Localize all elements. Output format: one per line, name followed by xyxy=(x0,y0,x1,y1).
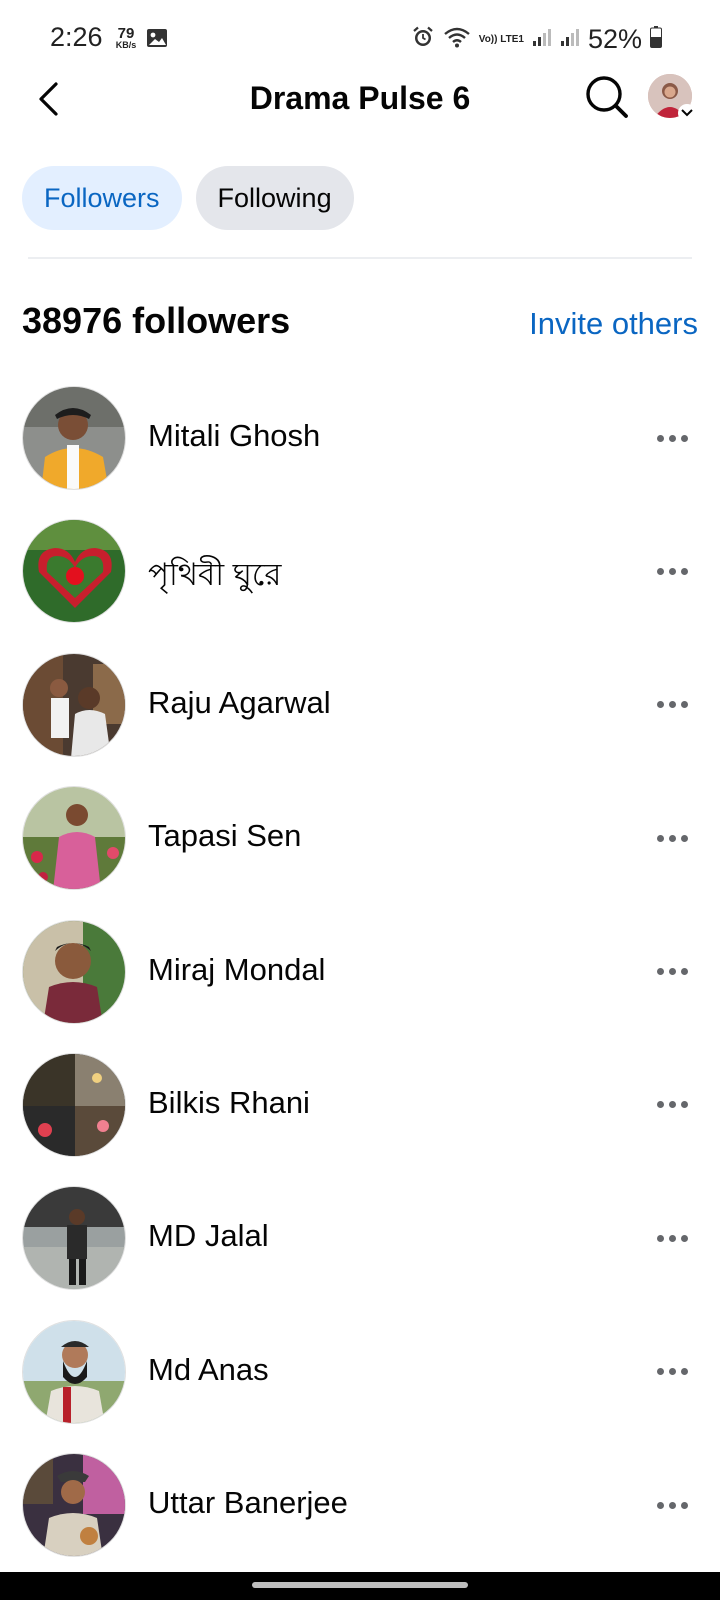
follower-name[interactable]: MD Jalal xyxy=(148,1218,269,1254)
dot xyxy=(668,1234,676,1242)
more-options-button[interactable] xyxy=(650,420,694,456)
dot xyxy=(656,1234,664,1242)
dot xyxy=(656,434,664,442)
home-indicator[interactable] xyxy=(252,1582,468,1588)
network-speed: 79 KB/s xyxy=(112,26,140,50)
dot xyxy=(656,968,664,976)
dot xyxy=(656,1501,664,1509)
follower-row[interactable]: Tapasi Sen xyxy=(0,784,720,917)
dot xyxy=(680,1368,688,1376)
wifi-icon xyxy=(443,26,471,53)
signal-icon-2 xyxy=(560,27,580,52)
dot xyxy=(668,434,676,442)
follower-row[interactable]: Raju Agarwal xyxy=(0,651,720,784)
follower-row[interactable]: Uttar Banerjee xyxy=(0,1451,720,1584)
dot xyxy=(680,1101,688,1109)
dot xyxy=(656,1101,664,1109)
follower-count: 38976 followers xyxy=(22,300,291,341)
more-options-button[interactable] xyxy=(650,820,694,856)
battery-percentage: 52% xyxy=(587,24,642,54)
more-options-button[interactable] xyxy=(650,1220,694,1256)
network-speed-value: 79 xyxy=(117,25,135,42)
follower-row[interactable]: Mitali Ghosh xyxy=(0,384,720,517)
signal-icon-1 xyxy=(532,27,552,52)
search-button[interactable] xyxy=(584,74,630,120)
dot xyxy=(668,968,676,976)
dot xyxy=(656,701,664,709)
dot xyxy=(668,1501,676,1509)
follower-row[interactable]: পৃথিবী ঘুরে xyxy=(0,517,720,650)
more-options-button[interactable] xyxy=(650,1354,694,1390)
battery-icon xyxy=(650,26,662,53)
profile-switcher-button[interactable] xyxy=(648,74,696,122)
dot xyxy=(656,834,664,842)
chevron-down-icon xyxy=(678,104,696,122)
follower-row[interactable]: Md Anas xyxy=(0,1318,720,1451)
followers-list: Mitali Ghosh পৃথিবী ঘুরে Raju Agarwal Ta… xyxy=(0,384,720,1585)
follower-name[interactable]: Mitali Ghosh xyxy=(148,418,320,454)
tab-bar: Followers Following xyxy=(22,166,354,230)
more-options-button[interactable] xyxy=(650,954,694,990)
follower-row[interactable]: Bilkis Rhani xyxy=(0,1051,720,1184)
gallery-notification-icon xyxy=(146,28,168,53)
follower-name[interactable]: পৃথিবী ঘুরে xyxy=(148,551,281,603)
dot xyxy=(656,567,664,575)
app-header: Drama Pulse 6 xyxy=(0,70,720,128)
dot xyxy=(668,834,676,842)
follower-name[interactable]: Bilkis Rhani xyxy=(148,1085,310,1121)
more-options-button[interactable] xyxy=(650,553,694,589)
invite-others-link[interactable]: Invite others xyxy=(529,306,698,342)
follower-row[interactable]: Miraj Mondal xyxy=(0,918,720,1051)
dot xyxy=(668,1101,676,1109)
dot xyxy=(680,834,688,842)
follower-name[interactable]: Miraj Mondal xyxy=(148,952,325,988)
avatar[interactable] xyxy=(22,786,126,891)
dot xyxy=(668,701,676,709)
alarm-icon xyxy=(411,25,435,54)
dot xyxy=(680,567,688,575)
divider xyxy=(28,257,692,259)
dot xyxy=(680,1501,688,1509)
follower-name[interactable]: Uttar Banerjee xyxy=(148,1485,348,1521)
more-options-button[interactable] xyxy=(650,1487,694,1523)
dot xyxy=(680,968,688,976)
dot xyxy=(680,1234,688,1242)
avatar[interactable] xyxy=(22,386,126,490)
dot xyxy=(680,701,688,709)
avatar[interactable] xyxy=(22,1319,126,1424)
search-icon xyxy=(586,76,628,118)
avatar[interactable] xyxy=(22,919,126,1024)
follower-name[interactable]: Raju Agarwal xyxy=(148,685,331,721)
more-options-button[interactable] xyxy=(650,1087,694,1123)
follower-row[interactable]: MD Jalal xyxy=(0,1184,720,1317)
status-bar: 2:26 79 KB/s Vo)) LTE1 52% xyxy=(0,0,720,80)
followers-section-header: 38976 followers Invite others xyxy=(22,300,698,350)
dot xyxy=(680,434,688,442)
system-navigation-bar xyxy=(0,1572,720,1600)
tab-followers[interactable]: Followers xyxy=(22,166,182,230)
dot xyxy=(668,567,676,575)
network-speed-unit: KB/s xyxy=(115,40,137,50)
more-options-button[interactable] xyxy=(650,687,694,723)
status-time: 2:26 xyxy=(50,22,103,52)
avatar[interactable] xyxy=(22,1453,126,1558)
avatar[interactable] xyxy=(22,519,126,624)
volte-label: Vo)) LTE1 xyxy=(478,33,524,45)
dot xyxy=(656,1368,664,1376)
tab-following[interactable]: Following xyxy=(195,166,354,230)
follower-name[interactable]: Md Anas xyxy=(148,1352,269,1388)
avatar[interactable] xyxy=(22,652,126,757)
avatar[interactable] xyxy=(22,1052,126,1157)
follower-name[interactable]: Tapasi Sen xyxy=(148,818,301,854)
dot xyxy=(668,1368,676,1376)
status-icons: Vo)) LTE1 52% xyxy=(411,24,662,55)
avatar[interactable] xyxy=(22,1186,126,1291)
